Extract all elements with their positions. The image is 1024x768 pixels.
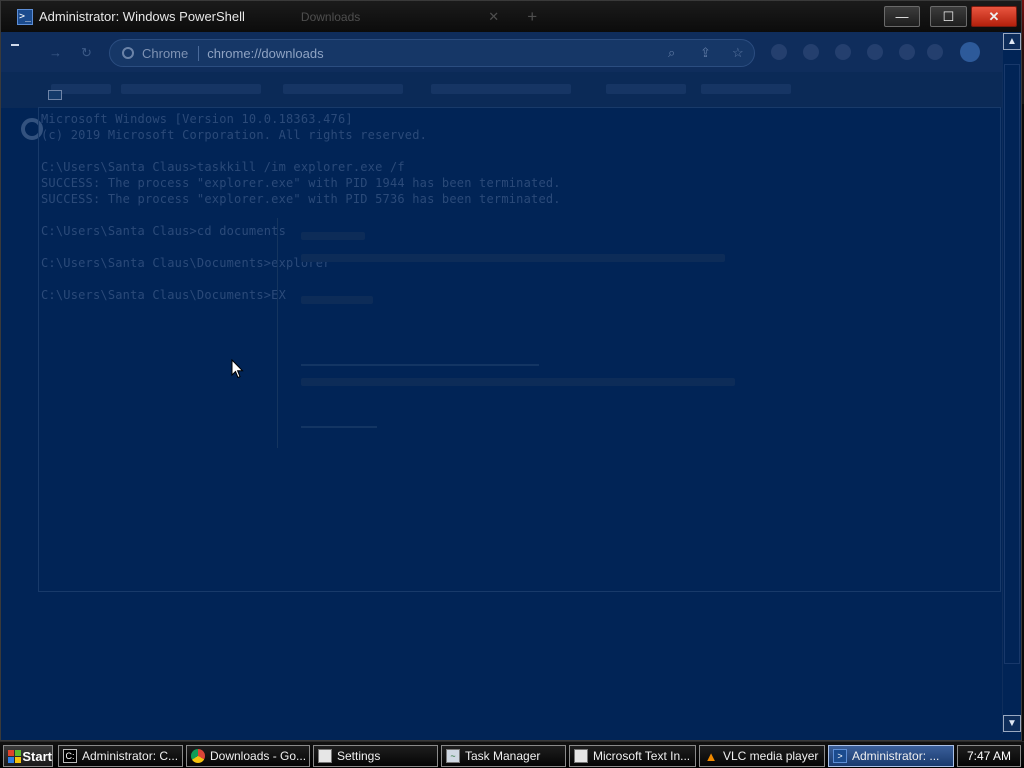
ghost-divider xyxy=(277,218,278,448)
taskbar-item-label: Microsoft Text In... xyxy=(593,749,691,763)
powershell-icon: >_ xyxy=(17,8,33,25)
taskbar-item-vlc[interactable]: ▲ VLC media player xyxy=(699,745,825,767)
taskbar-item-chrome[interactable]: Downloads - Go... xyxy=(186,745,310,767)
ghost-browser-toolbar: → ↻ Chrome chrome://downloads ⌕ ⇪ ☆ xyxy=(1,32,1002,72)
ghost-forward-icon: → xyxy=(49,45,62,60)
taskbar-item-text-input[interactable]: Microsoft Text In... xyxy=(569,745,696,767)
taskbar-item-label: Task Manager xyxy=(465,749,541,763)
console-line: C:\Users\Santa Claus\Documents>explorer xyxy=(41,256,331,270)
taskbar-item-powershell[interactable]: > Administrator: ... xyxy=(828,745,954,767)
taskbar-item-label: Administrator: C... xyxy=(82,749,179,763)
ghost-share-icon: ⇪ xyxy=(700,45,711,60)
vertical-scrollbar[interactable]: ▲ ▼ xyxy=(1002,32,1021,734)
taskbar-item-label: VLC media player xyxy=(723,749,819,763)
cmd-icon: C: xyxy=(63,749,77,763)
powershell-window: >_ Administrator: Windows PowerShell Dow… xyxy=(0,0,1022,741)
ghost-reload-icon: ↻ xyxy=(81,45,92,60)
console-line: C:\Users\Santa Claus>cd documents xyxy=(41,224,287,238)
console-line: C:\Users\Santa Claus>taskkill /im explor… xyxy=(41,160,405,174)
console-line: SUCCESS: The process "explorer.exe" with… xyxy=(41,192,561,206)
ghost-omnibox-label: Chrome xyxy=(142,45,200,61)
console-line: Microsoft Windows [Version 10.0.18363.47… xyxy=(41,112,353,126)
ghost-star-icon: ☆ xyxy=(732,45,744,60)
ghost-extension-icon xyxy=(899,44,915,60)
ghost-chrome-icon xyxy=(122,47,134,59)
windows-logo-icon xyxy=(8,749,21,763)
ghost-menu-icon xyxy=(11,44,19,46)
console-line: SUCCESS: The process "explorer.exe" with… xyxy=(41,176,561,190)
console-icon xyxy=(48,90,62,100)
taskbar-item-label: Settings xyxy=(337,749,381,763)
chrome-icon xyxy=(191,749,205,763)
window-title: Administrator: Windows PowerShell xyxy=(39,9,245,24)
taskbar-item-settings[interactable]: Settings xyxy=(313,745,438,767)
ghost-bookmarks-bar xyxy=(1,72,1002,108)
taskbar-clock[interactable]: 7:47 AM xyxy=(957,745,1021,767)
ghost-extension-icon xyxy=(867,44,883,60)
taskbar-item-label: Administrator: ... xyxy=(852,749,940,763)
scroll-thumb[interactable] xyxy=(1004,64,1020,664)
minimize-button[interactable]: — xyxy=(884,6,920,27)
ghost-extension-icon xyxy=(803,44,819,60)
ghost-url: chrome://downloads xyxy=(207,45,324,61)
taskbar-item-task-manager[interactable]: ~ Task Manager xyxy=(441,745,566,767)
maximize-button[interactable]: ☐ xyxy=(930,6,967,27)
ghost-omnibox: Chrome chrome://downloads ⌕ ⇪ ☆ xyxy=(109,39,755,67)
console-client-area[interactable]: → ↻ Chrome chrome://downloads ⌕ ⇪ ☆ Micr… xyxy=(1,32,1002,734)
scroll-down-icon[interactable]: ▼ xyxy=(1003,715,1021,732)
ghost-extension-icon xyxy=(927,44,943,60)
vlc-icon: ▲ xyxy=(704,748,718,764)
title-bar[interactable]: >_ Administrator: Windows PowerShell Dow… xyxy=(1,1,1021,32)
ghost-tab-title: Downloads xyxy=(300,9,361,24)
scroll-up-icon[interactable]: ▲ xyxy=(1003,33,1021,50)
console-line: C:\Users\Santa Claus\Documents>EX xyxy=(41,288,287,302)
powershell-icon: > xyxy=(833,749,847,763)
taskbar-item-label: Downloads - Go... xyxy=(210,749,307,763)
taskbar: Start C: Administrator: C... Downloads -… xyxy=(0,741,1024,768)
ghost-extension-icon xyxy=(771,44,787,60)
window-icon xyxy=(574,749,588,763)
task-manager-icon: ~ xyxy=(446,749,460,763)
start-button[interactable]: Start xyxy=(3,745,53,767)
ghost-new-tab-icon: + xyxy=(527,6,538,26)
console-output[interactable]: Microsoft Windows [Version 10.0.18363.47… xyxy=(38,107,1001,592)
ghost-avatar xyxy=(960,42,980,62)
settings-icon xyxy=(318,749,332,763)
ghost-search-icon: ⌕ xyxy=(668,45,676,60)
start-label: Start xyxy=(22,748,52,764)
ghost-extension-icon xyxy=(835,44,851,60)
console-line: (c) 2019 Microsoft Corporation. All righ… xyxy=(41,128,428,142)
close-button[interactable]: ✕ xyxy=(971,6,1017,27)
taskbar-item-cmd[interactable]: C: Administrator: C... xyxy=(58,745,183,767)
ghost-tab-close-icon: ✕ xyxy=(488,8,500,24)
